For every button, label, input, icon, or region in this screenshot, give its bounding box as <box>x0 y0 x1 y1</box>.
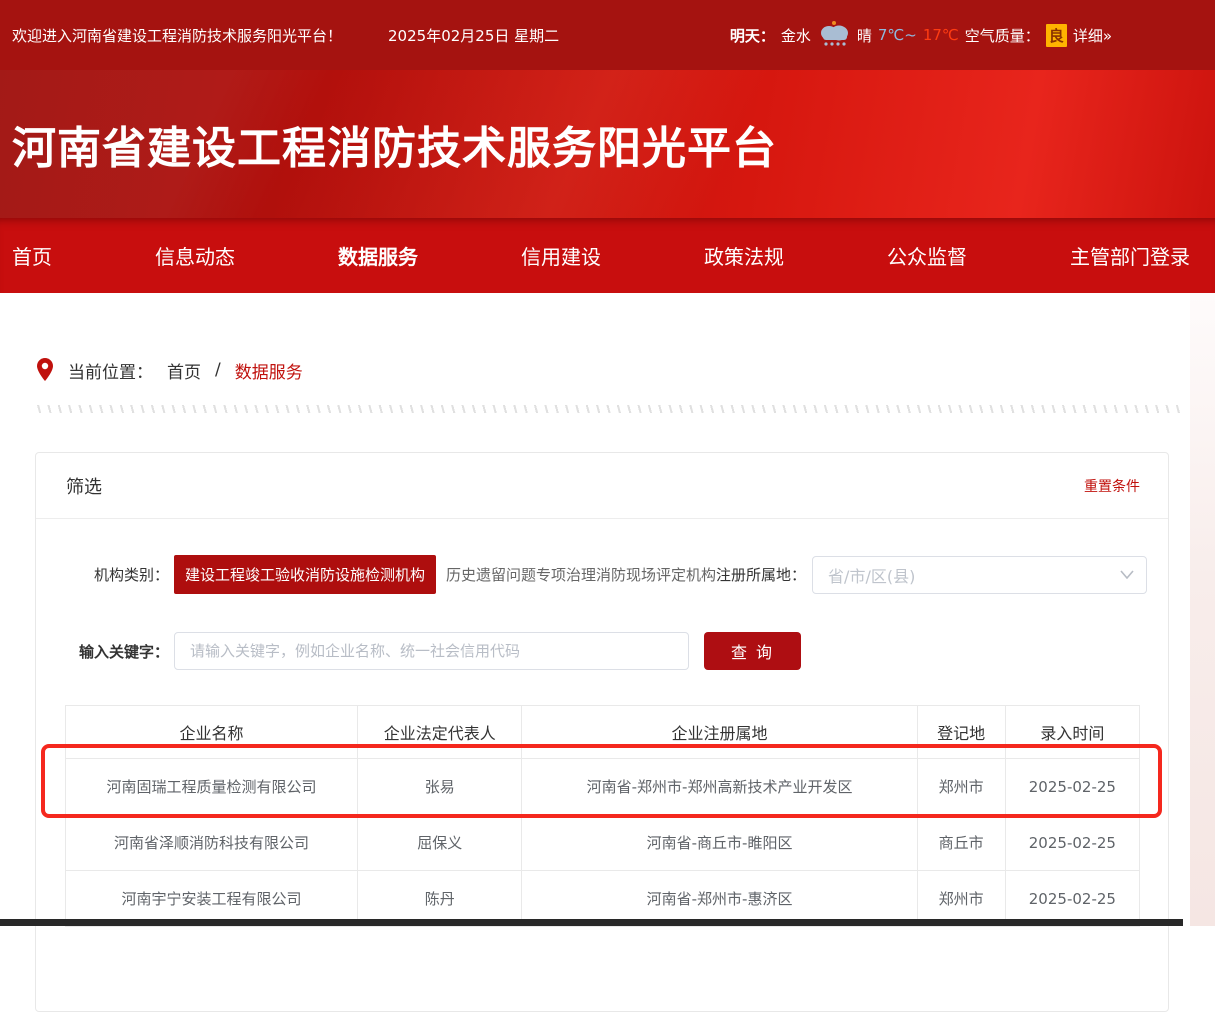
chevron-down-icon <box>1120 570 1134 579</box>
keyword-label: 输入关键字： <box>36 641 169 662</box>
temp-low: 7℃~ <box>878 26 917 44</box>
breadcrumb-label: 当前位置： <box>68 358 153 383</box>
page-title: 河南省建设工程消防技术服务阳光平台 <box>12 112 777 176</box>
col-header-company: 企业名称 <box>66 706 358 759</box>
col-header-record-place: 登记地 <box>917 706 1005 759</box>
reset-filters-link[interactable]: 重置条件 <box>1084 476 1140 496</box>
nav-item-home[interactable]: 首页 <box>12 241 52 270</box>
region-label: 注册所属地： <box>716 564 806 585</box>
weather-widget: 明天： 金水 晴 7℃~ 17℃ 空气质量： 良 详细» <box>730 20 1112 50</box>
nav-item-admin-login[interactable]: 主管部门登录 <box>1070 241 1190 270</box>
main-nav: 首页 信息动态 数据服务 信用建设 政策法规 公众监督 主管部门登录 <box>0 218 1215 293</box>
category-label: 机构类别： <box>36 564 169 585</box>
cell-record-place: 商丘市 <box>917 815 1005 871</box>
col-header-legal-rep: 企业法定代表人 <box>358 706 522 759</box>
breadcrumb-separator: / <box>215 360 221 380</box>
results-table: 企业名称 企业法定代表人 企业注册属地 登记地 录入时间 河南固瑞工程质量检测有… <box>65 705 1140 927</box>
weather-cloud-icon <box>817 20 851 50</box>
weather-district: 金水 <box>781 25 811 46</box>
col-header-registered-place: 企业注册属地 <box>522 706 917 759</box>
category-tab-active[interactable]: 建设工程竣工验收消防设施检测机构 <box>174 555 436 594</box>
region-select-placeholder: 省/市/区(县) <box>828 563 915 587</box>
weather-tomorrow-label: 明天： <box>730 25 775 46</box>
aqi-badge: 良 <box>1046 24 1067 47</box>
filter-panel: 筛选 重置条件 机构类别： 建设工程竣工验收消防设施检测机构 历史遗留问题专项治… <box>35 452 1169 1012</box>
nav-item-data-service[interactable]: 数据服务 <box>338 241 418 270</box>
region-select[interactable]: 省/市/区(县) <box>812 556 1147 594</box>
aqi-label: 空气质量： <box>965 25 1040 46</box>
search-button[interactable]: 查 询 <box>704 632 801 670</box>
cell-entry-date: 2025-02-25 <box>1005 759 1139 815</box>
location-pin-icon <box>36 358 54 382</box>
cell-record-place: 郑州市 <box>917 759 1005 815</box>
keyword-filter-row: 输入关键字： 查 询 <box>36 632 1168 670</box>
filter-title: 筛选 <box>66 473 102 499</box>
right-edge-strip <box>1190 293 1215 926</box>
region-filter-group: 注册所属地： 省/市/区(县) <box>716 556 1147 594</box>
cell-entry-date: 2025-02-25 <box>1005 815 1139 871</box>
nav-item-public-supervision[interactable]: 公众监督 <box>887 241 967 270</box>
nav-item-credit[interactable]: 信用建设 <box>521 241 601 270</box>
breadcrumb-current[interactable]: 数据服务 <box>235 358 303 383</box>
bottom-edge-bar <box>0 919 1183 926</box>
slash-pattern-divider <box>35 405 1180 413</box>
cell-legal-rep: 屈保义 <box>358 815 522 871</box>
weather-condition: 晴 <box>857 25 872 46</box>
cell-registered-place: 河南省-郑州市-郑州高新技术产业开发区 <box>522 759 917 815</box>
top-utility-bar: 欢迎进入河南省建设工程消防技术服务阳光平台！ 2025年02月25日 星期二 明… <box>0 0 1215 70</box>
table-header-row: 企业名称 企业法定代表人 企业注册属地 登记地 录入时间 <box>66 706 1140 759</box>
results-table-wrap: 企业名称 企业法定代表人 企业注册属地 登记地 录入时间 河南固瑞工程质量检测有… <box>65 705 1140 927</box>
keyword-input[interactable] <box>174 632 689 670</box>
weather-detail-link[interactable]: 详细» <box>1073 25 1112 46</box>
cell-legal-rep: 张易 <box>358 759 522 815</box>
nav-item-news[interactable]: 信息动态 <box>155 241 235 270</box>
table-row[interactable]: 河南省泽顺消防科技有限公司 屈保义 河南省-商丘市-睢阳区 商丘市 2025-0… <box>66 815 1140 871</box>
cell-registered-place: 河南省-商丘市-睢阳区 <box>522 815 917 871</box>
cell-company: 河南省泽顺消防科技有限公司 <box>66 815 358 871</box>
cell-company: 河南固瑞工程质量检测有限公司 <box>66 759 358 815</box>
category-filter-row: 机构类别： 建设工程竣工验收消防设施检测机构 历史遗留问题专项治理消防现场评定机… <box>36 555 1168 594</box>
col-header-entry-date: 录入时间 <box>1005 706 1139 759</box>
breadcrumb: 当前位置： 首页 / 数据服务 <box>36 357 1215 383</box>
category-tab-inactive[interactable]: 历史遗留问题专项治理消防现场评定机构 <box>446 564 716 585</box>
nav-item-policy[interactable]: 政策法规 <box>704 241 784 270</box>
welcome-text: 欢迎进入河南省建设工程消防技术服务阳光平台！ <box>12 25 342 46</box>
date-text: 2025年02月25日 星期二 <box>388 25 559 46</box>
table-row-highlighted[interactable]: 河南固瑞工程质量检测有限公司 张易 河南省-郑州市-郑州高新技术产业开发区 郑州… <box>66 759 1140 815</box>
breadcrumb-home[interactable]: 首页 <box>167 358 201 383</box>
temp-high: 17℃ <box>923 26 959 44</box>
filter-panel-header: 筛选 重置条件 <box>36 453 1168 519</box>
site-banner: 河南省建设工程消防技术服务阳光平台 <box>0 70 1215 218</box>
